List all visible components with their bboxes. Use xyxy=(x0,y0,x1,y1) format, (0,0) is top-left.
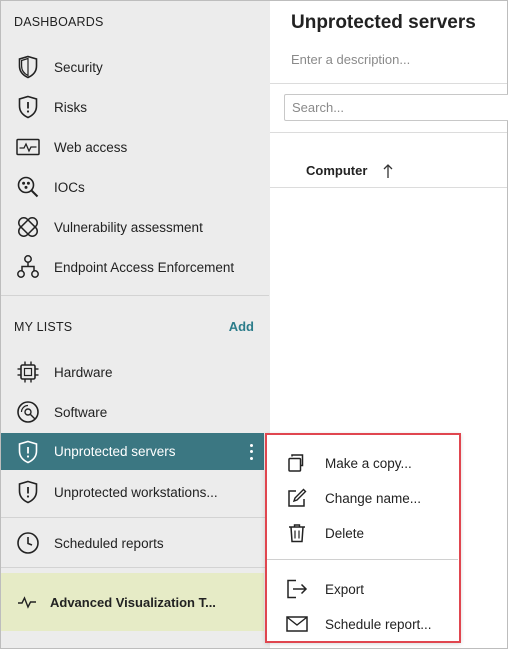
sidebar-item-endpoint-access-enforcement[interactable]: Endpoint Access Enforcement xyxy=(1,249,264,285)
shield-alert-icon xyxy=(15,439,41,465)
sidebar-item-risks[interactable]: Risks xyxy=(1,89,264,125)
menu-item-schedule-report[interactable]: Schedule report... xyxy=(267,607,458,641)
shield-alert-icon xyxy=(15,94,41,120)
menu-item-export[interactable]: Export xyxy=(267,572,458,606)
description-field[interactable]: Enter a description... xyxy=(291,52,410,67)
menu-item-make-copy[interactable]: Make a copy... xyxy=(267,446,458,480)
ioc-magnifier-icon xyxy=(15,174,41,200)
sidebar-item-label: IOCs xyxy=(54,179,85,195)
menu-item-label: Change name... xyxy=(325,490,422,506)
sidebar-divider xyxy=(1,517,269,518)
sidebar-divider xyxy=(1,295,269,296)
column-header-computer[interactable]: Computer xyxy=(306,163,367,178)
add-list-link[interactable]: Add xyxy=(229,319,254,334)
sidebar-divider xyxy=(1,567,269,568)
my-lists-section-title: MY LISTS xyxy=(14,320,73,334)
sidebar-item-label: Unprotected workstations... xyxy=(54,484,218,500)
sidebar-item-label: Software xyxy=(54,404,108,420)
menu-item-change-name[interactable]: Change name... xyxy=(267,481,458,515)
chip-icon xyxy=(15,359,41,385)
sidebar-item-security[interactable]: Security xyxy=(1,49,264,85)
context-menu: Make a copy... Change name... Delete Exp… xyxy=(265,433,461,643)
menu-item-label: Make a copy... xyxy=(325,455,412,471)
export-icon xyxy=(286,578,308,600)
menu-item-label: Schedule report... xyxy=(325,616,432,632)
sidebar-item-label: Hardware xyxy=(54,364,113,380)
shield-icon xyxy=(15,54,41,80)
sort-ascending-icon[interactable] xyxy=(382,162,394,180)
menu-item-label: Delete xyxy=(325,525,365,541)
sidebar: DASHBOARDS Security Risks Web access IOC… xyxy=(1,1,270,648)
menu-divider xyxy=(267,559,458,560)
shield-alert-icon xyxy=(15,479,41,505)
sidebar-item-scheduled-reports[interactable]: Scheduled reports xyxy=(1,525,264,561)
bandage-icon xyxy=(15,214,41,240)
sidebar-item-iocs[interactable]: IOCs xyxy=(1,169,264,205)
sidebar-item-hardware[interactable]: Hardware xyxy=(1,354,264,390)
network-nodes-icon xyxy=(15,254,41,280)
sidebar-item-advanced-visualization[interactable]: Advanced Visualization T... xyxy=(1,573,264,631)
sidebar-item-label: Endpoint Access Enforcement xyxy=(54,259,235,275)
page-title: Unprotected servers xyxy=(291,12,476,33)
dashboards-section-title: DASHBOARDS xyxy=(14,15,104,29)
menu-item-delete[interactable]: Delete xyxy=(267,516,458,550)
sidebar-item-label: Scheduled reports xyxy=(54,535,164,551)
disc-icon xyxy=(15,399,41,425)
copy-icon xyxy=(286,452,308,474)
sidebar-item-software[interactable]: Software xyxy=(1,394,264,430)
sidebar-item-unprotected-workstations[interactable]: Unprotected workstations... xyxy=(1,474,264,510)
more-options-icon[interactable] xyxy=(248,443,254,460)
table-header-divider xyxy=(270,187,507,188)
sidebar-item-web-access[interactable]: Web access xyxy=(1,129,264,165)
sidebar-item-vulnerability-assessment[interactable]: Vulnerability assessment xyxy=(1,209,264,245)
sidebar-item-label: Web access xyxy=(54,139,128,155)
clock-icon xyxy=(15,530,41,556)
toolbar-divider xyxy=(270,132,507,133)
edit-icon xyxy=(286,487,308,509)
sidebar-item-label: Risks xyxy=(54,99,87,115)
search-input[interactable] xyxy=(284,94,508,121)
sidebar-item-label: Security xyxy=(54,59,103,75)
sidebar-item-label: Advanced Visualization T... xyxy=(50,594,216,610)
web-activity-icon xyxy=(15,134,41,160)
header-divider xyxy=(270,83,507,84)
sidebar-item-label: Unprotected servers xyxy=(54,444,176,459)
envelope-icon xyxy=(286,613,308,635)
activity-pulse-icon xyxy=(17,594,37,610)
sidebar-item-unprotected-servers[interactable]: Unprotected servers xyxy=(1,433,264,470)
trash-icon xyxy=(286,522,308,544)
sidebar-item-label: Vulnerability assessment xyxy=(54,219,203,235)
menu-item-label: Export xyxy=(325,581,365,597)
